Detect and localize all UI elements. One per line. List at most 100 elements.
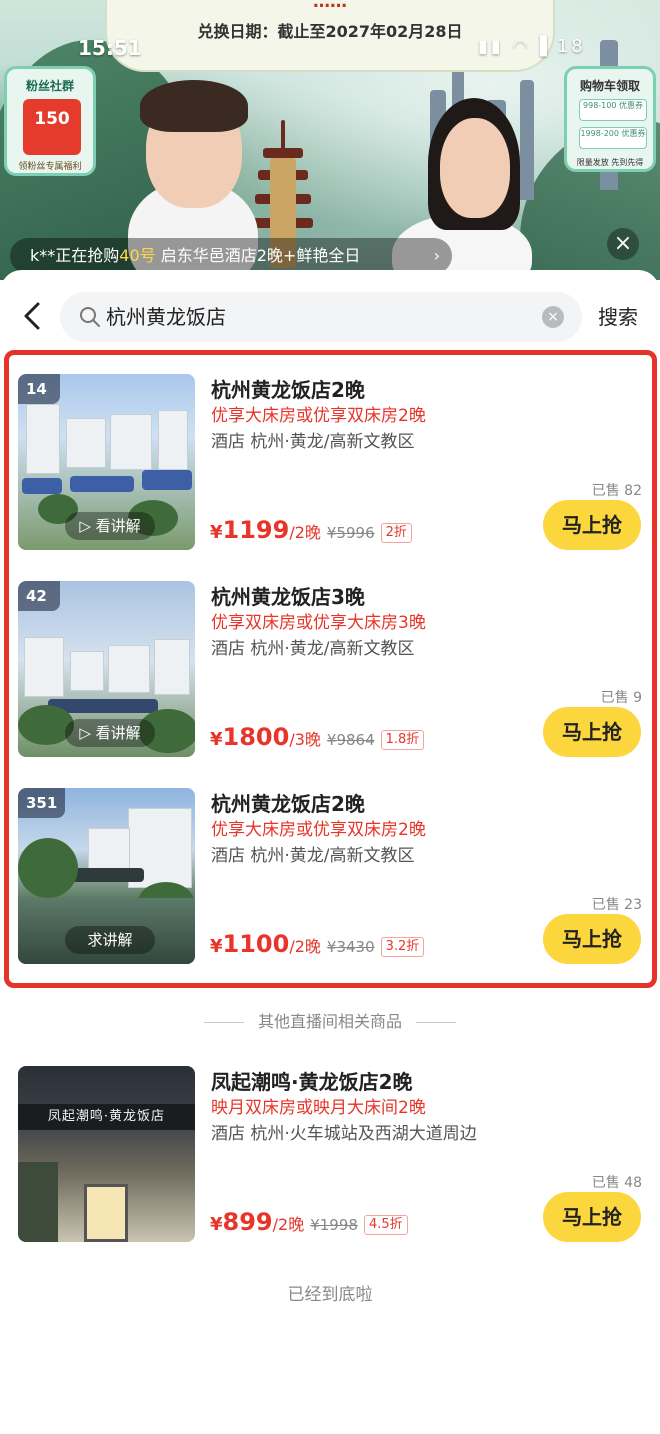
product-price: ¥1199/2晚 ¥5996 2折 (210, 516, 412, 544)
buy-now-button[interactable]: 马上抢 (543, 707, 641, 757)
play-icon: ▷ (79, 724, 91, 742)
product-card[interactable]: 凤起潮鸣·黄龙饭店 凤起潮鸣·黄龙饭店2晚 映月双床房或映月大床间2晚 酒店 杭… (18, 1066, 648, 1242)
host-face (440, 118, 510, 218)
price-currency: ¥ (210, 1214, 223, 1235)
other-section-divider: 其他直播间相关商品 (0, 1008, 660, 1032)
chevron-right-icon: › (433, 246, 440, 265)
product-location: 酒店 杭州·火车城站及西湖大道周边 (211, 1124, 477, 1144)
original-price: ¥1998 (310, 1216, 358, 1234)
original-price: ¥5996 (326, 524, 375, 542)
product-room-type: 映月双床房或映月大床间2晚 (211, 1098, 426, 1118)
product-title: 杭州黄龙饭店3晚 (211, 585, 365, 609)
discount-badge: 1.8折 (380, 730, 425, 750)
product-card[interactable]: 42 ▷ 看讲解 杭州黄龙饭店3晚 优享双床房或优享大床房3晚 酒店 杭州·黄龙… (18, 581, 648, 757)
product-price: ¥1100/2晚 ¥3430 3.2折 (210, 930, 425, 958)
original-price: ¥9864 (326, 731, 375, 749)
battery-level: 18 (556, 36, 586, 57)
product-card[interactable]: 14 ▷ 看讲解 杭州黄龙饭店2晚 优享大床房或优享双床房2晚 酒店 杭州·黄龙… (18, 374, 648, 550)
sold-count: 已售 9 (600, 690, 642, 706)
coupon-item: 998-100 优惠券 (579, 99, 647, 121)
fans-group-subtitle: 领粉丝专属福利 (18, 162, 82, 172)
clear-icon[interactable]: × (542, 306, 564, 328)
discount-badge: 3.2折 (380, 937, 425, 957)
live-purchase-ticker[interactable]: k**正在抢购40号 启东华邑酒店2晚+鲜艳全日 › (10, 238, 452, 274)
hotel-sign: 凤起潮鸣·黄龙饭店 (18, 1104, 195, 1130)
other-section-label: 其他直播间相关商品 (257, 1012, 402, 1031)
explain-button[interactable]: ▷ 看讲解 (65, 512, 155, 540)
tree (18, 1162, 58, 1242)
rank-badge: 351 (18, 788, 66, 818)
signal-icon: ▮▮ (478, 36, 504, 57)
search-icon (80, 307, 100, 327)
explain-label: 看讲解 (95, 724, 141, 742)
play-icon: ▷ (79, 517, 91, 535)
status-time: 15:51 (78, 36, 142, 60)
video-skyscraper (520, 80, 534, 200)
back-button[interactable] (16, 298, 52, 334)
price-amount: 1100 (222, 930, 290, 958)
price-unit: /2晚 (289, 523, 321, 542)
product-thumbnail: 14 ▷ 看讲解 (18, 374, 195, 550)
cart-coupon-subtitle: 限量发放 先到先得 (576, 158, 644, 167)
product-thumbnail: 42 ▷ 看讲解 (18, 581, 195, 757)
product-title: 凤起潮鸣·黄龙饭店2晚 (211, 1070, 413, 1094)
explain-button[interactable]: ▷ 看讲解 (65, 719, 155, 747)
buy-now-button[interactable]: 马上抢 (543, 500, 641, 550)
product-card[interactable]: 351 求讲解 杭州黄龙饭店2晚 优享大床房或优享双床房2晚 酒店 杭州·黄龙/… (18, 788, 648, 964)
host-hair (140, 80, 248, 132)
search-query: 杭州黄龙饭店 (106, 305, 226, 329)
search-sheet: 杭州黄龙饭店 × 搜索 14 ▷ 看讲解 杭州黄龙饭店2晚 优享大床房或优享双床… (0, 270, 660, 1434)
fans-amount: 150 (34, 109, 70, 129)
explain-button[interactable]: 求讲解 (65, 926, 155, 954)
buy-now-button[interactable]: 马上抢 (543, 914, 641, 964)
product-room-type: 优享大床房或优享双床房2晚 (211, 406, 426, 426)
fans-redpacket: 150 (23, 99, 81, 155)
ticker-number: 40号 (119, 246, 156, 265)
product-room-type: 优享大床房或优享双床房2晚 (211, 820, 426, 840)
cart-coupon-title: 购物车领取 (579, 79, 640, 93)
product-location: 酒店 杭州·黄龙/高新文教区 (211, 432, 415, 452)
explain-label: 看讲解 (95, 517, 141, 535)
product-title: 杭州黄龙饭店2晚 (211, 792, 365, 816)
discount-badge: 4.5折 (363, 1215, 408, 1235)
ticker-product: 启东华邑酒店2晚+鲜艳全日 (155, 246, 361, 265)
buy-now-button[interactable]: 马上抢 (543, 1192, 641, 1242)
price-amount: 1199 (222, 516, 290, 544)
price-unit: /3晚 (289, 730, 321, 749)
sold-count: 已售 23 (591, 897, 642, 913)
product-location: 酒店 杭州·黄龙/高新文教区 (211, 639, 415, 659)
hotel-entrance (84, 1184, 128, 1242)
wifi-icon: ◠ (512, 36, 532, 57)
search-input[interactable]: 杭州黄龙饭店 × (60, 292, 582, 342)
end-of-list-text: 已经到底啦 (287, 1285, 373, 1305)
price-currency: ¥ (210, 729, 223, 750)
explain-label: 求讲解 (87, 931, 133, 949)
price-amount: 1800 (222, 723, 290, 751)
product-location: 酒店 杭州·黄龙/高新文教区 (211, 846, 415, 866)
close-icon[interactable]: × (607, 228, 639, 260)
rank-badge: 14 (18, 374, 60, 404)
product-title: 杭州黄龙饭店2晚 (211, 378, 365, 402)
product-room-type: 优享双床房或优享大床房3晚 (211, 613, 426, 633)
battery-icon: ▌ (540, 36, 557, 57)
search-button[interactable]: 搜索 (598, 292, 638, 342)
original-price: ¥3430 (326, 938, 375, 956)
price-unit: /2晚 (272, 1215, 305, 1234)
chevron-left-icon (24, 302, 40, 330)
cart-coupon-badge[interactable]: 购物车领取 998-100 优惠券 1998-200 优惠券 限量发放 先到先得 (564, 66, 656, 172)
price-unit: /2晚 (289, 937, 321, 956)
discount-badge: 2折 (380, 523, 412, 543)
coupon-item: 1998-200 优惠券 (579, 127, 647, 149)
promo-title: …… (313, 0, 347, 12)
fans-group-title: 粉丝社群 (25, 79, 74, 93)
live-stream-video[interactable]: …… 兑换日期：截止至2027年02月28日 15:51 ▮▮ ◠ ▌18 粉丝… (0, 0, 660, 280)
rank-badge: 42 (18, 581, 60, 611)
product-price: ¥1800/3晚 ¥9864 1.8折 (210, 723, 425, 751)
fans-group-badge[interactable]: 粉丝社群 150 领粉丝专属福利 (4, 66, 96, 176)
sold-count: 已售 48 (591, 1175, 642, 1191)
product-thumbnail: 凤起潮鸣·黄龙饭店 (18, 1066, 195, 1242)
price-currency: ¥ (210, 522, 223, 543)
sold-count: 已售 82 (591, 483, 642, 499)
price-amount: 899 (222, 1208, 273, 1236)
product-thumbnail: 351 求讲解 (18, 788, 195, 964)
